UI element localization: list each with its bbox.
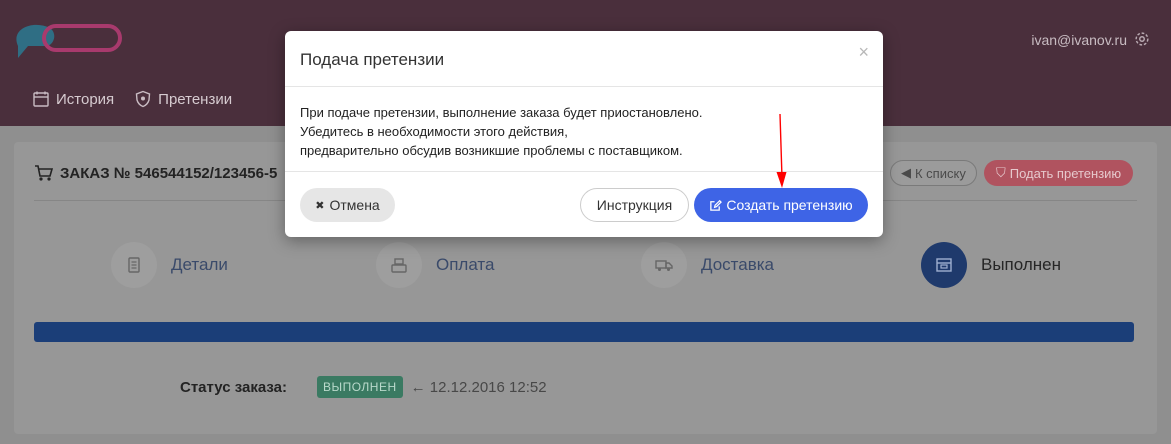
back-to-list-label: К списку — [915, 165, 966, 181]
cancel-label: Отмена — [329, 197, 380, 213]
gear-icon[interactable] — [1133, 30, 1151, 48]
step-completed[interactable]: Выполнен — [921, 242, 1061, 288]
cash-register-icon — [391, 258, 407, 273]
nav-item-label: История — [56, 90, 115, 108]
step-circle — [111, 242, 157, 288]
order-number: ЗАКАЗ № 546544152/123456-5 — [60, 164, 278, 182]
chevron-left-icon: ◀ — [901, 165, 911, 180]
nav-item-claims[interactable]: Претензии — [134, 90, 232, 108]
order-progress-bar — [34, 322, 1134, 342]
create-claim-label: Создать претензию — [726, 197, 853, 213]
step-payment[interactable]: Оплата — [376, 242, 494, 288]
step-circle — [921, 242, 967, 288]
status-badge: ВЫПОЛНЕН — [316, 376, 403, 398]
step-label: Доставка — [701, 255, 775, 274]
nav-item-label: Претензии — [158, 90, 233, 108]
step-circle — [641, 242, 687, 288]
dialog-body-line: предварительно обсудив возникшие проблем… — [300, 143, 683, 158]
submit-claim-label: Подать претензию — [1009, 165, 1122, 181]
edit-icon — [710, 199, 723, 211]
dialog-body: При подаче претензии, выполнение заказа … — [300, 103, 702, 160]
cancel-button[interactable]: ✖ Отмена — [300, 188, 395, 222]
status-date: ← 12.12.2016 12:52 — [410, 378, 547, 396]
annotation-arrow-icon — [776, 114, 787, 188]
close-icon[interactable]: × — [858, 42, 869, 63]
create-claim-button[interactable]: Создать претензию — [694, 188, 868, 222]
step-label: Оплата — [436, 255, 495, 274]
dialog-body-line: При подаче претензии, выполнение заказа … — [300, 105, 703, 120]
user-email[interactable]: ivan@ivanov.ru — [1031, 32, 1127, 48]
order-steps: Детали Оплата Доставка Выполнен — [14, 242, 1157, 288]
shield-icon: ⛉ — [996, 165, 1006, 180]
instruction-button[interactable]: Инструкция — [580, 188, 689, 222]
truck-icon — [655, 260, 673, 271]
calendar-icon — [33, 91, 49, 107]
step-delivery[interactable]: Доставка — [641, 242, 774, 288]
step-label: Детали — [171, 255, 228, 274]
status-label: Статус заказа: — [180, 378, 287, 396]
document-icon — [128, 257, 140, 273]
order-status-row: Статус заказа: ВЫПОЛНЕН ← 12.12.2016 12:… — [180, 376, 547, 398]
box-icon — [936, 258, 952, 272]
order-title: ЗАКАЗ № 546544152/123456-5 — [34, 164, 277, 182]
shield-icon — [135, 90, 151, 108]
logo[interactable] — [12, 20, 124, 60]
nav-item-history[interactable]: История — [32, 90, 114, 108]
back-to-list-button[interactable]: ◀ К списку — [890, 160, 977, 186]
step-details[interactable]: Детали — [111, 242, 228, 288]
cart-icon — [35, 165, 54, 181]
dialog-title: Подача претензии — [300, 50, 445, 69]
step-circle — [376, 242, 422, 288]
claim-dialog: Подача претензии × При подаче претензии,… — [285, 31, 883, 237]
close-icon: ✖ — [315, 199, 325, 212]
divider — [285, 171, 883, 172]
dialog-body-line: Убедитесь в необходимости этого действия… — [300, 124, 568, 139]
divider — [285, 86, 883, 87]
main-nav: История Претензии — [32, 90, 232, 108]
submit-claim-button[interactable]: ⛉ Подать претензию — [984, 160, 1134, 186]
step-label: Выполнен — [981, 255, 1061, 274]
